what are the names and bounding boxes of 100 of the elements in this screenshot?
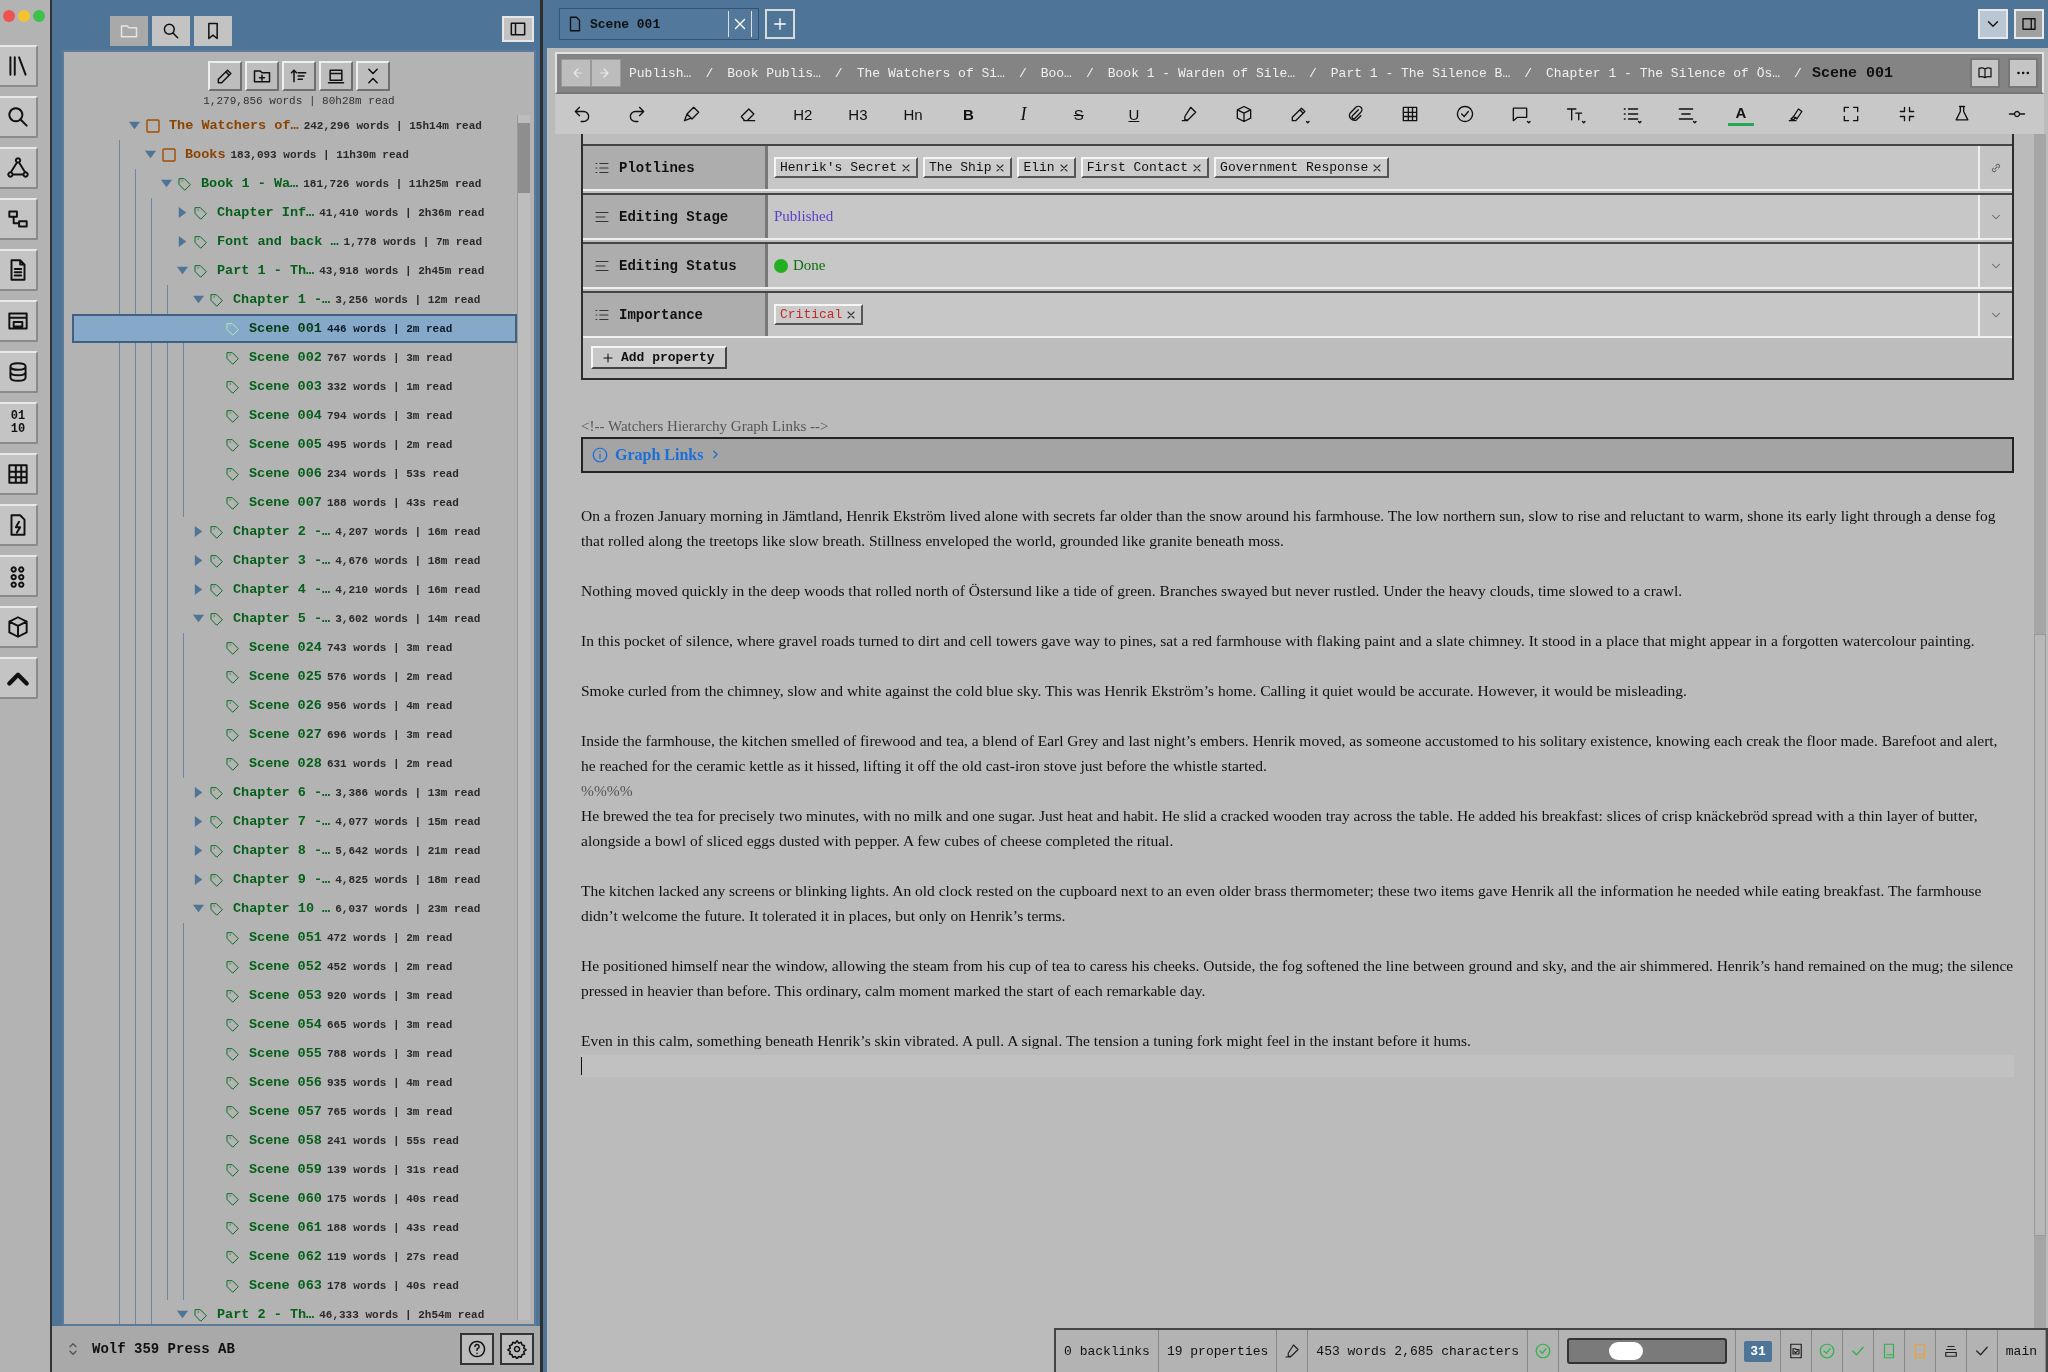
tag-pill[interactable]: Government Response — [1214, 157, 1390, 178]
breadcrumb-separator: / — [1523, 65, 1534, 81]
note-title: Scene 001 — [1811, 64, 1893, 82]
word-count: 242,296 words | 15h14m read — [303, 119, 482, 132]
property-value[interactable]: Published — [768, 195, 1978, 238]
underline-button[interactable]: U — [1120, 98, 1147, 130]
tree-label: Scene 024 — [249, 640, 322, 655]
paragraph: The kitchen lacked any screens or blinking lights. An old clock rested on the cupboard next to an even older brass thermometer; these two items gave Henrik all the information he needed while eating breakfast. The farmhouse didn’t welcome the future. It tolerated it in places, but only on Henrik’s terms. — [581, 880, 1983, 926]
tree-label: Scene 055 — [249, 1046, 322, 1061]
tree-label: Chapter 10 … — [233, 901, 331, 916]
paragraph: On a frozen January morning in Jämtland, Henrik Ekström lived alone with secrets far older than the snow around his farmhouse. The low northern sun, slow to rise and reluctant to warm, shone its early light through a dense fog that rolled along the treetops like slow breath. Stillness enveloped the world, grounded like granite beneath moss. — [581, 505, 1997, 551]
tree-label: Scene 056 — [249, 1075, 322, 1090]
tree-label: Scene 054 — [249, 1017, 322, 1032]
tree-item[interactable]: Scene 001 446 words | 2m read — [72, 314, 517, 343]
tag-label: Critical — [780, 307, 843, 322]
word-count: 472 words | 2m read — [326, 931, 453, 944]
tab-title: Scene 001 — [590, 16, 661, 32]
word-count: 3,386 words | 13m read — [335, 786, 481, 799]
tree-label: Font and back … — [217, 234, 339, 249]
tree-label: Scene 026 — [249, 698, 322, 713]
property-key[interactable]: Plotlines — [583, 146, 768, 189]
tree-label: Scene 025 — [249, 669, 322, 684]
property-key[interactable]: Editing Status — [583, 244, 768, 287]
word-count: 794 words | 3m read — [326, 409, 453, 422]
tree-label: Scene 060 — [249, 1191, 322, 1206]
tree-label: Part 2 - Th… — [217, 1307, 315, 1322]
bold-button[interactable]: B — [955, 98, 982, 130]
word-count: 181,726 words | 11h25m read — [303, 177, 482, 190]
text-color-button[interactable]: A — [1727, 102, 1754, 126]
workspace-name[interactable]: Wolf 359 Press AB — [88, 1341, 235, 1357]
word-count: 743 words | 3m read — [326, 641, 453, 654]
tree-label: Scene 028 — [249, 756, 322, 771]
property-value[interactable]: Done — [768, 244, 1978, 287]
tag-pill[interactable]: The Ship — [923, 157, 1013, 178]
word-count: 920 words | 3m read — [326, 989, 453, 1002]
paragraph: He brewed the tea for precisely two minutes, with no milk and one sugar. Just heat and habit. He slid a cracked wooden tray across the table. He added his breakfast: slices of crisp knäckebröd spread with a thin layer of butter, alongside a bowl of sliced eggs dusted with pepper. A few cubes of cheese completed the ritual. — [581, 805, 1979, 851]
word-count: 4,676 words | 18m read — [335, 554, 481, 567]
add-property-button[interactable]: Add property — [591, 346, 727, 369]
breadcrumb-separator: / — [1308, 65, 1318, 81]
word-count: 4,077 words | 15m read — [335, 815, 481, 828]
property-value[interactable]: Henrik's Secret The Ship Elin First Contact Government Response — [768, 146, 1978, 189]
word-count: 4,207 words | 16m read — [335, 525, 481, 538]
tree-label: Chapter 9 -… — [233, 872, 331, 887]
tree-label: Scene 001 — [249, 321, 322, 336]
tree-label: Scene 051 — [249, 930, 322, 945]
word-count: 234 words | 53s read — [326, 467, 459, 480]
word-count: 788 words | 3m read — [326, 1047, 453, 1060]
word-count: 765 words | 3m read — [326, 1105, 453, 1118]
tree-label: Part 1 - Th… — [217, 263, 315, 278]
backlinks-count[interactable]: 0 backlinks — [1056, 1330, 1159, 1372]
tree-label: Scene 053 — [249, 988, 322, 1003]
word-count: 3,256 words | 12m read — [335, 293, 481, 306]
italic-button[interactable]: I — [1010, 98, 1037, 130]
tree-label: Scene 062 — [249, 1249, 322, 1264]
property-key[interactable]: Importance — [583, 293, 768, 336]
tree-label: Scene 063 — [249, 1278, 322, 1293]
paragraph: He positioned himself near the window, allowing the steam from his cup of tea to caress his cheeks. Outside, the fog softened the line between ground and sky, and the air shimmered. Henrik’s hand remained on the mug; the silence pressed in heavier than before. This ordinary, calm moment marked the start of each remarkable day. — [581, 955, 2014, 1001]
tag-pill[interactable]: Elin — [1017, 157, 1076, 178]
tree-label: Scene 058 — [249, 1133, 322, 1148]
word-count: 175 words | 40s read — [326, 1192, 459, 1205]
word-count: 1,778 words | 7m read — [343, 235, 483, 248]
paragraph: Inside the farmhouse, the kitchen smelled of firewood and tea, a blend of Earl Grey and last night’s embers. Henrik moved, as someone accustomed to his solitary existence, knowing each creak the floor made. Barefoot and alert, he reached for the ceramic kettle as it hissed, lifting it off the old cast-iron stove just before the whistle started. — [581, 730, 1999, 776]
properties-count[interactable]: 19 properties — [1158, 1330, 1278, 1372]
tree-label: Chapter 6 -… — [233, 785, 331, 800]
word-count: 119 words | 27s read — [326, 1250, 459, 1263]
tree-label: Scene 061 — [249, 1220, 322, 1235]
tag-pill[interactable]: First Contact — [1080, 157, 1210, 178]
breadcrumb-separator: / — [1084, 65, 1095, 81]
property-name: Importance — [619, 306, 703, 323]
word-count: 4,210 words | 16m read — [335, 583, 481, 596]
tree-label: Chapter 5 -… — [233, 611, 331, 626]
tree-label: Scene 006 — [249, 466, 322, 481]
tag-label: The Ship — [929, 160, 992, 175]
tree-label: Scene 005 — [249, 437, 322, 452]
breadcrumb-separator: / — [1017, 65, 1028, 81]
word-count: 696 words | 3m read — [326, 728, 453, 741]
tree-label: Book 1 - Wa… — [201, 176, 299, 191]
tree-label: Scene 059 — [249, 1162, 322, 1177]
strikethrough-button[interactable]: S — [1065, 98, 1092, 130]
tree-label: Chapter 3 -… — [233, 553, 331, 568]
word-count: 631 words | 2m read — [326, 757, 453, 770]
html-comment: <!-- Watchers Hierarchy Graph Links --> — [581, 417, 830, 435]
tree-label: Chapter 4 -… — [233, 582, 331, 597]
word-count: 446 words | 2m read — [326, 322, 453, 335]
editor-tab[interactable]: Scene 001 — [559, 8, 759, 40]
paragraph: Smoke curled from the chimney, slow and white against the cold blue sky. This was Henrik Ekström’s home. Calling it quiet would be accurate. However, it would be misleading. — [581, 680, 1688, 701]
tag-pill[interactable]: Henrik's Secret — [774, 157, 919, 178]
heading-button[interactable]: H3 — [844, 98, 871, 130]
binary-button[interactable]: 01 10 — [0, 402, 38, 444]
word-count: 453 words 2,685 characters — [1308, 1330, 1529, 1372]
heading-button[interactable]: H2 — [789, 98, 816, 130]
branch-name[interactable]: main — [1997, 1330, 2046, 1372]
heading-button[interactable]: Hn — [900, 98, 927, 130]
word-count: 5,642 words | 21m read — [335, 844, 481, 857]
tree-label: Chapter 8 -… — [233, 843, 331, 858]
count-badge[interactable]: 31 — [1744, 1340, 1772, 1362]
property-key[interactable]: Editing Stage — [583, 195, 768, 238]
word-count: 665 words | 3m read — [326, 1018, 453, 1031]
word-count: 452 words | 2m read — [326, 960, 453, 973]
paragraph: Even in this calm, something beneath Henrik’s skin vibrated. A pull. A signal. The tension a tuning fork might feel in the instant before it hums. — [581, 1030, 1472, 1051]
